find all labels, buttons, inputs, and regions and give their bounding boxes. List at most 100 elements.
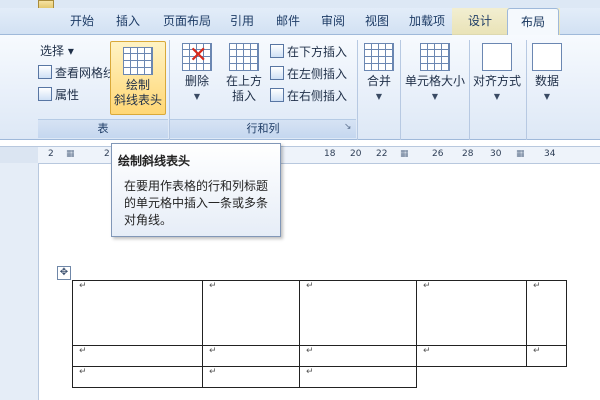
delete-x-icon: ✕: [189, 43, 208, 68]
merge-button[interactable]: 合并 ▼: [362, 43, 396, 113]
document-left-margin: [0, 163, 39, 400]
tab-review[interactable]: 审阅: [313, 8, 353, 34]
properties-button[interactable]: 属性: [38, 86, 79, 104]
chevron-down-icon: ▼: [431, 92, 439, 101]
view-gridlines-button[interactable]: 查看网格线: [38, 64, 115, 82]
diagonal-table-icon: [123, 47, 153, 75]
cell-size-icon: [420, 43, 450, 71]
rows-cols-group-label: 行和列: [170, 119, 356, 138]
insert-below-button[interactable]: 在下方插入: [270, 43, 347, 61]
select-label: 选择 ▾: [40, 44, 74, 58]
insert-below-icon: [270, 44, 284, 58]
data-icon: [532, 43, 562, 71]
insert-left-icon: [270, 66, 284, 80]
table-move-handle-icon[interactable]: ✥: [57, 266, 71, 280]
table-cell[interactable]: [416, 366, 527, 388]
ruler-tick: 34: [544, 149, 556, 159]
table-cell[interactable]: ↵: [299, 345, 417, 367]
tooltip-description: 在要用作表格的行和列标题的单元格中插入一条或多条对角线。: [124, 179, 269, 227]
ruler-tick: 28: [462, 149, 474, 159]
table-row: ↵ ↵ ↵ ↵ ↵: [72, 345, 567, 367]
properties-label: 属性: [55, 88, 80, 102]
insert-right-label: 在右侧插入: [287, 89, 348, 103]
title-bar: [0, 0, 600, 8]
group-separator: [357, 40, 358, 140]
ruler-marker-icon[interactable]: ▦: [400, 149, 409, 159]
cell-size-label: 单元格大小: [404, 74, 465, 88]
chevron-down-icon: ▼: [375, 92, 383, 101]
merge-icon: [364, 43, 394, 71]
tab-view[interactable]: 视图: [357, 8, 397, 34]
alignment-label: 对齐方式: [472, 74, 521, 88]
insert-above-icon: [229, 43, 259, 71]
table-cell[interactable]: ↵: [416, 345, 527, 367]
merge-label: 合并: [366, 74, 391, 88]
table-row: ↵ ↵ ↵ ↵ ↵: [72, 280, 567, 346]
insert-left-label: 在左侧插入: [287, 67, 348, 81]
ruler-corner: [0, 146, 38, 164]
tab-addins[interactable]: 加载项: [402, 8, 452, 34]
ruler-tick: 26: [432, 149, 444, 159]
insert-right-button[interactable]: 在右侧插入: [270, 87, 347, 105]
data-label: 数据: [534, 74, 559, 88]
table-cell[interactable]: ↵: [202, 366, 300, 388]
table-cell[interactable]: ↵: [202, 345, 300, 367]
insert-below-label: 在下方插入: [287, 45, 348, 59]
view-gridlines-label: 查看网格线: [55, 66, 116, 80]
ruler-marker-icon[interactable]: ▦: [66, 149, 75, 159]
table-cell[interactable]: ↵: [299, 366, 417, 388]
table-cell[interactable]: ↵: [299, 280, 417, 346]
ruler-tick: 18: [324, 149, 336, 159]
delete-table-icon: ✕: [182, 43, 212, 71]
cell-size-button[interactable]: 单元格大小 ▼: [403, 43, 467, 113]
properties-icon: [38, 87, 52, 101]
insert-above-button[interactable]: 在上方 插入: [222, 43, 266, 113]
chevron-down-icon: ▼: [493, 92, 501, 101]
table-cell[interactable]: ↵: [416, 280, 527, 346]
dialog-launcher-icon[interactable]: ↘: [344, 122, 352, 132]
ruler-marker-icon[interactable]: ▦: [516, 149, 525, 159]
alignment-icon: [482, 43, 512, 71]
ruler-tick: 2: [104, 149, 110, 159]
delete-button[interactable]: ✕ 删除 ▼: [178, 43, 216, 111]
insert-left-button[interactable]: 在左侧插入: [270, 65, 347, 83]
draw-diagonal-header-button[interactable]: 绘制 斜线表头: [110, 41, 166, 115]
tooltip-title: 绘制斜线表头: [118, 154, 191, 168]
ruler-tick: 22: [376, 149, 388, 159]
tab-mailings[interactable]: 邮件: [268, 8, 308, 34]
tab-design[interactable]: 设计: [460, 8, 500, 34]
group-separator: [400, 40, 401, 140]
table-cell[interactable]: ↵: [526, 345, 567, 367]
document-table: ↵ ↵ ↵ ↵ ↵ ↵ ↵ ↵ ↵ ↵ ↵ ↵ ↵: [72, 280, 567, 388]
table-cell[interactable]: ↵: [72, 366, 203, 388]
draw-diagonal-label-2: 斜线表头: [113, 93, 162, 107]
gridlines-icon: [38, 65, 52, 79]
tab-page-layout[interactable]: 页面布局: [155, 8, 219, 34]
tab-home[interactable]: 开始: [62, 8, 102, 34]
table-cell[interactable]: ↵: [72, 280, 203, 346]
tab-insert[interactable]: 插入: [108, 8, 148, 34]
table-group-label: 表: [38, 119, 168, 138]
tooltip: 绘制斜线表头 在要用作表格的行和列标题的单元格中插入一条或多条对角线。: [111, 143, 281, 237]
chevron-down-icon: ▼: [543, 92, 551, 101]
ruler-tick: 30: [490, 149, 502, 159]
group-separator: [526, 40, 527, 140]
ruler-tick: 2: [48, 149, 54, 159]
insert-above-label-2: 插入: [231, 89, 256, 103]
insert-right-icon: [270, 88, 284, 102]
delete-label: 删除: [184, 74, 209, 88]
tab-references[interactable]: 引用: [222, 8, 262, 34]
tab-layout[interactable]: 布局: [507, 8, 559, 36]
table-cell[interactable]: ↵: [202, 280, 300, 346]
table-cell[interactable]: ↵: [72, 345, 203, 367]
insert-above-label-1: 在上方: [225, 74, 262, 88]
table-cell[interactable]: [527, 367, 567, 388]
table-cell[interactable]: ↵: [526, 280, 567, 346]
chevron-down-icon: ▼: [193, 92, 201, 101]
ruler-tick: 20: [350, 149, 362, 159]
draw-diagonal-label-1: 绘制: [125, 78, 150, 92]
table-row: ↵ ↵ ↵: [72, 366, 567, 388]
alignment-button[interactable]: 对齐方式 ▼: [470, 43, 524, 113]
select-button[interactable]: 选择 ▾: [40, 42, 74, 60]
data-button[interactable]: 数据 ▼: [530, 43, 564, 113]
